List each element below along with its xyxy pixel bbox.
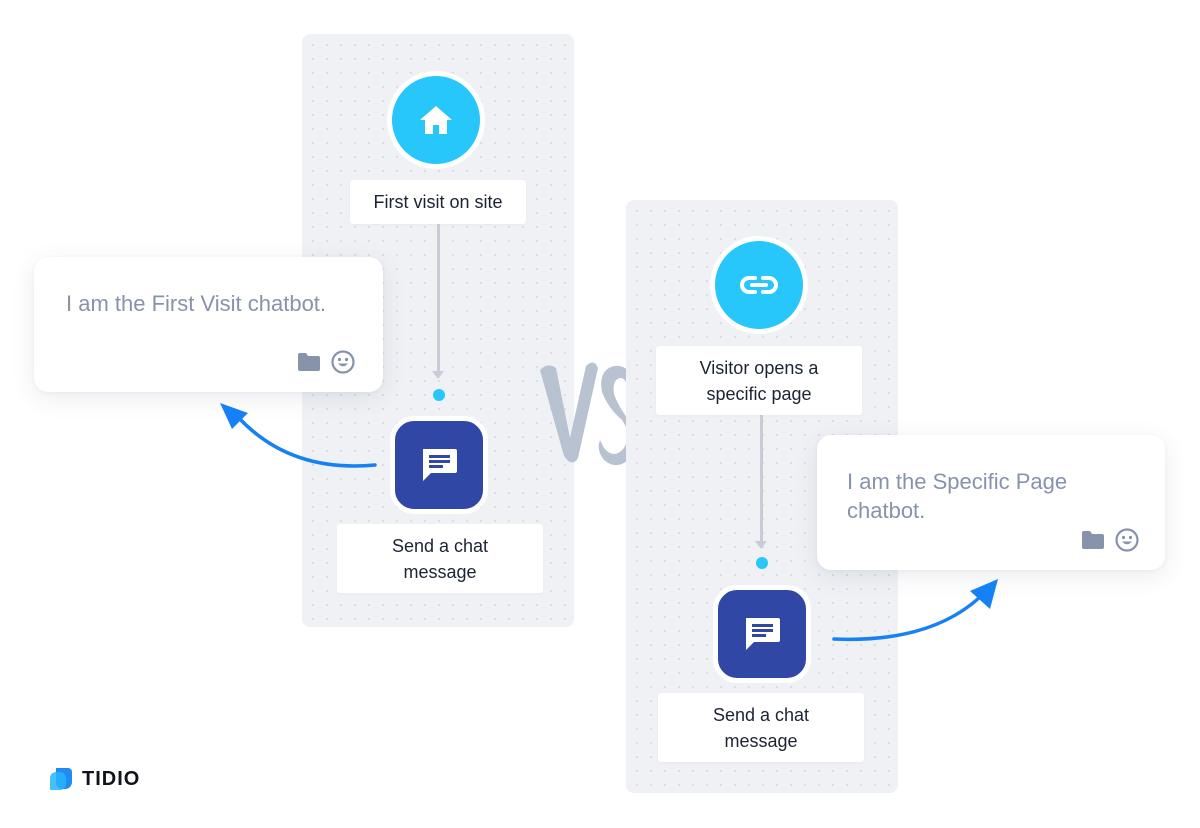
trigger-node-first-visit[interactable] [387,71,485,169]
smiley-icon[interactable] [331,350,355,374]
trigger-label-text: First visit on site [373,192,503,212]
bubble-text-line2: chatbot. [847,498,926,523]
folder-icon[interactable] [1081,530,1105,550]
chat-bubble-specific-page: I am the Specific Page chatbot. [817,435,1165,570]
bubble-text-line1: I am the Specific Page [847,469,1068,494]
link-icon [740,276,778,294]
flow-arrow-right [832,579,998,642]
tidio-logo: TIDIO [48,766,140,792]
action-label-send-message: Send a chat message [658,693,864,762]
chat-message-icon [423,449,457,481]
brand-name: TIDIO [82,767,141,790]
chat-message-icon [746,618,780,650]
trigger-label-specific-page: Visitor opens a specific page [656,346,862,415]
bubble-text: I am the Specific Page chatbot. [847,467,1067,525]
tidio-logo-icon [50,768,72,790]
home-icon [420,106,452,134]
smiley-icon[interactable] [1115,528,1139,552]
action-node-send-message[interactable] [390,416,488,514]
connector-arrow [432,224,444,379]
action-node-send-message[interactable] [713,585,811,683]
action-label-send-message: Send a chat message [337,524,543,593]
connection-dot[interactable] [756,557,768,569]
trigger-node-specific-page[interactable] [710,236,808,334]
folder-icon[interactable] [297,352,321,372]
trigger-label-line2: specific page [706,383,812,404]
connector-arrow [755,415,767,549]
flow-arrow-left [220,403,377,468]
action-label-line2: message [403,561,477,582]
trigger-label-first-visit: First visit on site [350,180,526,224]
action-label-line1: Send a chat [391,535,489,556]
action-label-line1: Send a chat [712,704,810,725]
bubble-text: I am the First Visit chatbot. [66,291,327,316]
action-label-line2: message [724,730,798,751]
chat-bubble-first-visit: I am the First Visit chatbot. [34,257,383,392]
connection-dot[interactable] [433,389,445,401]
trigger-label-line1: Visitor opens a [699,357,819,378]
